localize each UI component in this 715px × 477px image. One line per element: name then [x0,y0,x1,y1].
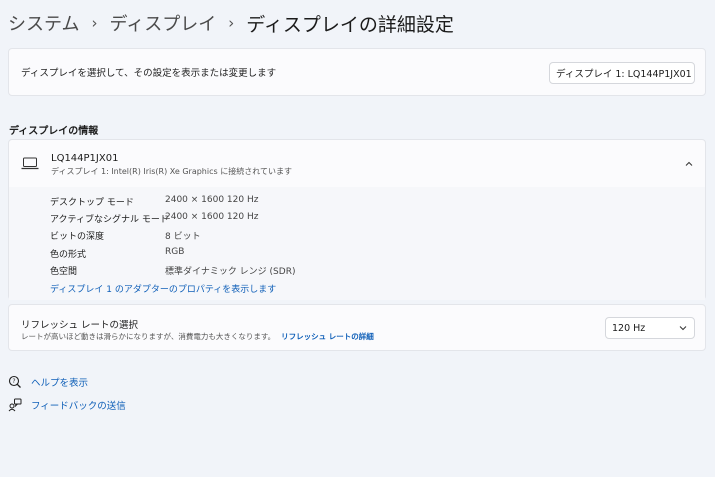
select-display-label: ディスプレイを選択して、その設定を表示または変更します [21,68,277,79]
refresh-rate-description-text: レートが高いほど動きは滑らかになりますが、消費電力も大きくなります。 [21,332,276,341]
refresh-rate-dropdown[interactable]: 120 Hz [605,317,695,339]
breadcrumb: システム › ディスプレイ › ディスプレイの詳細設定 [8,8,454,38]
refresh-rate-details-link[interactable]: リフレッシュ レートの詳細 [281,332,374,341]
display-info-card: LQ144P1JX01 ディスプレイ 1: Intel(R) Iris(R) X… [8,139,706,300]
laptop-icon [21,157,39,170]
svg-text:?: ? [12,378,15,385]
breadcrumb-system[interactable]: システム [8,10,79,36]
page-title: ディスプレイの詳細設定 [246,13,454,36]
property-value: 標準ダイナミック レンジ (SDR) [165,267,296,277]
property-value: 8 ビット [165,232,201,242]
feedback-link[interactable]: フィードバックの送信 [8,397,126,413]
advanced-display-page: システム › ディスプレイ › ディスプレイの詳細設定 ディスプレイを選択して、… [0,0,715,477]
help-icon: ? [8,375,21,388]
chevron-down-icon [679,326,687,331]
property-label: デスクトップ モード [50,198,134,208]
select-display-card: ディスプレイを選択して、その設定を表示または変更します ディスプレイ 1: LQ… [8,48,706,96]
property-label: 色の形式 [50,250,87,260]
property-value: RGB [165,247,185,257]
display-info-header[interactable]: LQ144P1JX01 ディスプレイ 1: Intel(R) Iris(R) X… [9,140,705,188]
display-select-value: ディスプレイ 1: LQ144P1JX01 [556,69,692,80]
refresh-rate-card: リフレッシュ レートの選択 レートが高いほど動きは滑らかになりますが、消費電力も… [8,304,706,351]
help-link-label: ヘルプを表示 [31,378,89,389]
display-select-dropdown[interactable]: ディスプレイ 1: LQ144P1JX01 [549,62,695,84]
property-label: アクティブなシグナル モード [50,215,169,225]
device-name: LQ144P1JX01 [51,153,119,164]
feedback-link-label: フィードバックの送信 [31,401,126,412]
property-value: 2400 × 1600 120 Hz [165,212,259,222]
property-label: 色空間 [50,267,78,277]
display-info-heading: ディスプレイの情報 [9,126,99,137]
property-label: ビットの深度 [50,232,105,242]
property-value: 2400 × 1600 120 Hz [165,195,259,205]
refresh-rate-description: レートが高いほど動きは滑らかになりますが、消費電力も大きくなります。 リフレッシュ… [21,331,374,342]
help-link[interactable]: ? ヘルプを表示 [8,374,88,390]
breadcrumb-chevron-icon: › [91,14,98,32]
feedback-icon [8,398,22,412]
display-properties: デスクトップ モード 2400 × 1600 120 Hz アクティブなシグナル… [9,187,705,300]
breadcrumb-chevron-icon: › [228,14,235,32]
adapter-properties-link[interactable]: ディスプレイ 1 のアダプターのプロパティを表示します [50,282,276,295]
refresh-rate-title: リフレッシュ レートの選択 [21,320,139,331]
chevron-up-icon[interactable] [684,159,694,169]
refresh-rate-value: 120 Hz [612,322,646,334]
device-connection: ディスプレイ 1: Intel(R) Iris(R) Xe Graphics に… [51,167,292,176]
breadcrumb-display[interactable]: ディスプレイ [109,10,216,36]
